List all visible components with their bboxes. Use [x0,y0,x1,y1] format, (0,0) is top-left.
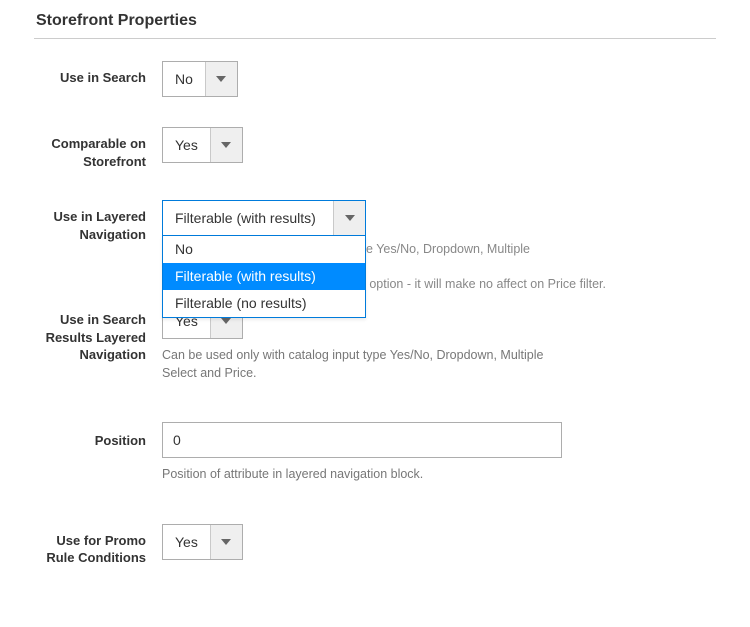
layered-nav-option-with-results[interactable]: Filterable (with results) [163,263,365,290]
chevron-down-icon [333,201,365,235]
layered-nav-option-no-results[interactable]: Filterable (no results) [163,290,365,317]
search-results-layered-nav-help: Can be used only with catalog input type… [162,347,562,382]
promo-rule-label: Use for Promo Rule Conditions [34,524,162,567]
layered-nav-dropdown: No Filterable (with results) Filterable … [162,236,366,318]
comparable-select[interactable]: Yes [162,127,243,163]
section-title: Storefront Properties [34,12,716,38]
layered-nav-label: Use in Layered Navigation [34,200,162,243]
comparable-label: Compar­able on Storefront [34,127,162,170]
layered-nav-option-no[interactable]: No [163,236,365,263]
search-results-layered-nav-label: Use in Search Results Layered Navigation [34,303,162,364]
position-help: Position of attribute in layered navigat… [162,466,562,484]
section-divider [34,38,716,39]
use-in-search-value: No [163,62,205,96]
use-in-search-label: Use in Search [34,61,162,87]
comparable-value: Yes [163,128,210,162]
use-in-search-select[interactable]: No [162,61,238,97]
position-input[interactable] [162,422,562,458]
position-label: Position [34,422,162,450]
chevron-down-icon [210,525,242,559]
promo-rule-select[interactable]: Yes [162,524,243,560]
chevron-down-icon [205,62,237,96]
layered-nav-value: Filterable (with results) [163,201,333,235]
chevron-down-icon [210,128,242,162]
layered-nav-select[interactable]: Filterable (with results) [162,200,366,236]
promo-rule-value: Yes [163,525,210,559]
